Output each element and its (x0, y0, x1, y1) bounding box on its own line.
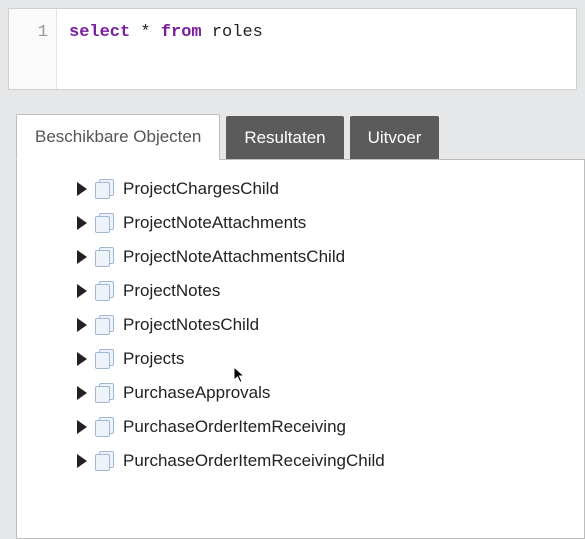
line-number: 1 (38, 23, 48, 42)
table-icon (95, 179, 115, 199)
caret-collapsed-icon[interactable] (77, 250, 87, 264)
tree-item-label: ProjectNoteAttachmentsChild (123, 247, 345, 267)
tree-item-label: ProjectNotesChild (123, 315, 259, 335)
caret-collapsed-icon[interactable] (77, 352, 87, 366)
caret-collapsed-icon[interactable] (77, 284, 87, 298)
tab-results[interactable]: Resultaten (226, 116, 343, 160)
tree-item-label: ProjectNoteAttachments (123, 213, 306, 233)
caret-collapsed-icon[interactable] (77, 420, 87, 434)
table-icon (95, 315, 115, 335)
caret-collapsed-icon[interactable] (77, 318, 87, 332)
keyword-select: select (69, 23, 130, 42)
table-icon (95, 349, 115, 369)
tree-item[interactable]: PurchaseOrderItemReceivingChild (17, 444, 584, 478)
tree-item[interactable]: ProjectNotesChild (17, 308, 584, 342)
table-icon (95, 213, 115, 233)
table-icon (95, 417, 115, 437)
tab-available-objects[interactable]: Beschikbare Objecten (16, 114, 220, 160)
tree-item-label: Projects (123, 349, 184, 369)
caret-collapsed-icon[interactable] (77, 216, 87, 230)
tree-item[interactable]: ProjectNoteAttachmentsChild (17, 240, 584, 274)
table-icon (95, 451, 115, 471)
table-icon (95, 281, 115, 301)
tree-item-label: ProjectNotes (123, 281, 220, 301)
caret-collapsed-icon[interactable] (77, 182, 87, 196)
tree-item[interactable]: PurchaseOrderItemReceiving (17, 410, 584, 444)
tree-item[interactable]: Projects (17, 342, 584, 376)
token-star: * (130, 23, 161, 42)
sql-code[interactable]: select * from roles (57, 9, 275, 89)
tree-item-label: PurchaseOrderItemReceivingChild (123, 451, 385, 471)
table-icon (95, 383, 115, 403)
line-gutter: 1 (9, 9, 57, 89)
tree-item[interactable]: ProjectChargesChild (17, 172, 584, 206)
caret-collapsed-icon[interactable] (77, 454, 87, 468)
tree-item[interactable]: PurchaseApprovals (17, 376, 584, 410)
tabs: Beschikbare Objecten Resultaten Uitvoer (16, 114, 585, 160)
tree-item-label: PurchaseOrderItemReceiving (123, 417, 346, 437)
sql-editor[interactable]: 1 select * from roles (8, 8, 577, 90)
table-icon (95, 247, 115, 267)
object-tree[interactable]: ProjectChargesChild ProjectNoteAttachmen… (16, 159, 585, 539)
keyword-from: from (161, 23, 202, 42)
caret-collapsed-icon[interactable] (77, 386, 87, 400)
tree-item-label: ProjectChargesChild (123, 179, 279, 199)
token-table: roles (202, 23, 263, 42)
tree-item[interactable]: ProjectNoteAttachments (17, 206, 584, 240)
tree-item[interactable]: ProjectNotes (17, 274, 584, 308)
tab-output[interactable]: Uitvoer (350, 116, 440, 160)
tree-item-label: PurchaseApprovals (123, 383, 270, 403)
